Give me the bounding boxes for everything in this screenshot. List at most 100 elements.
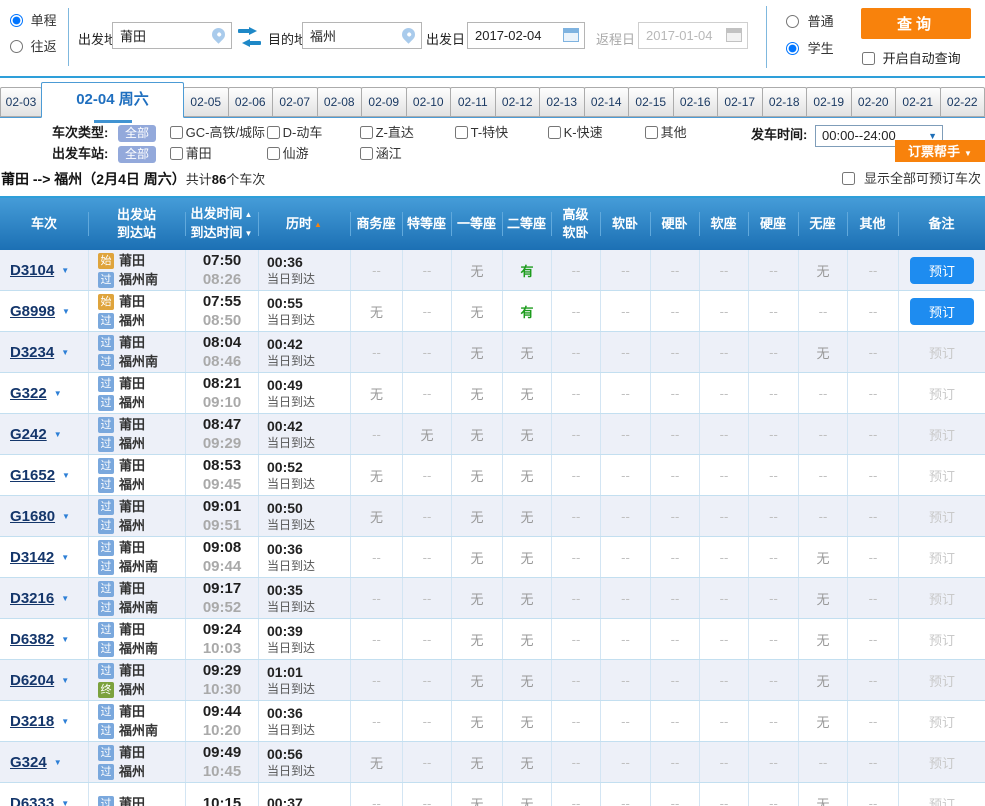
show-all-bookable-toggle[interactable]: 显示全部可预订车次 xyxy=(842,162,981,196)
date-tab-02-04[interactable]: 02-04 周六 xyxy=(41,82,184,123)
expand-train-icon[interactable]: ▼ xyxy=(61,553,69,562)
checkbox-其他[interactable] xyxy=(644,126,658,139)
expand-train-icon[interactable]: ▼ xyxy=(62,307,70,316)
date-tab-02-13[interactable]: 02-13 xyxy=(539,87,585,117)
filter-option-GC-高铁/城际[interactable]: GC-高铁/城际 xyxy=(169,122,267,143)
train-link[interactable]: G242 xyxy=(10,426,47,443)
expand-train-icon[interactable]: ▼ xyxy=(61,676,69,685)
depart-time: 08:53 xyxy=(202,457,242,474)
checkbox-Z-直达[interactable] xyxy=(359,126,373,139)
date-tab-02-11[interactable]: 02-11 xyxy=(450,87,496,117)
col-header-2[interactable]: 出发时间 ▲ 到达时间 ▼ xyxy=(185,198,258,250)
one-way-radio[interactable] xyxy=(10,14,23,27)
col-header-3[interactable]: 历时 ▲ xyxy=(258,198,350,250)
filter-option-涵江[interactable]: 涵江 xyxy=(359,143,455,164)
sort-up-orange-icon[interactable]: ▲ xyxy=(314,220,322,229)
date-tab-02-21[interactable]: 02-21 xyxy=(895,87,941,117)
radio-student[interactable]: 学生 xyxy=(786,35,834,62)
train-link[interactable]: D3104 xyxy=(10,262,54,279)
booking-helper-button[interactable]: 订票帮手 ▼ xyxy=(895,140,985,162)
date-tab-02-20[interactable]: 02-20 xyxy=(850,87,896,117)
train-link[interactable]: D3218 xyxy=(10,713,54,730)
expand-train-icon[interactable]: ▼ xyxy=(61,348,69,357)
date-tab-02-12[interactable]: 02-12 xyxy=(494,87,540,117)
expand-train-icon[interactable]: ▼ xyxy=(61,635,69,644)
date-tab-02-18[interactable]: 02-18 xyxy=(761,87,807,117)
train-link[interactable]: D3234 xyxy=(10,344,54,361)
date-tab-02-05[interactable]: 02-05 xyxy=(183,87,229,117)
expand-train-icon[interactable]: ▼ xyxy=(54,758,62,767)
expand-train-icon[interactable]: ▼ xyxy=(61,266,69,275)
train-link[interactable]: D6204 xyxy=(10,672,54,689)
train-link[interactable]: D3216 xyxy=(10,590,54,607)
filter-option-莆田[interactable]: 莆田 xyxy=(169,143,267,164)
search-button[interactable]: 查询 xyxy=(861,8,971,39)
expand-train-icon[interactable]: ▼ xyxy=(61,594,69,603)
date-tab-02-03[interactable]: 02-03 xyxy=(0,87,42,117)
date-tab-02-09[interactable]: 02-09 xyxy=(361,87,407,117)
book-button[interactable]: 预订 xyxy=(910,297,974,325)
expand-train-icon[interactable]: ▼ xyxy=(62,512,70,521)
checkbox-GC-高铁/城际[interactable] xyxy=(169,126,183,139)
expand-train-icon[interactable]: ▼ xyxy=(61,717,69,726)
train-link[interactable]: D3142 xyxy=(10,549,54,566)
station-badge-过: 过 xyxy=(98,540,114,556)
ordinary-radio[interactable] xyxy=(786,15,799,28)
cell-12: -- xyxy=(748,455,798,495)
date-tab-02-15[interactable]: 02-15 xyxy=(628,87,674,117)
train-link[interactable]: D6382 xyxy=(10,631,54,648)
swap-stations-icon[interactable] xyxy=(238,26,264,47)
train-link[interactable]: G322 xyxy=(10,385,47,402)
sort-down-white-icon[interactable]: ▼ xyxy=(245,229,253,238)
date-tab-02-08[interactable]: 02-08 xyxy=(316,87,362,117)
checkbox-仙游[interactable] xyxy=(266,147,280,160)
checkbox-莆田[interactable] xyxy=(169,147,183,160)
cell-13: 无 xyxy=(798,250,847,290)
date-tab-02-19[interactable]: 02-19 xyxy=(806,87,852,117)
train-link[interactable]: G324 xyxy=(10,754,47,771)
show-all-checkbox[interactable] xyxy=(842,172,856,185)
cell-1: 过莆田过福州南 xyxy=(88,332,185,372)
auto-query-toggle[interactable]: 开启自动查询 xyxy=(862,48,961,67)
sort-up-white-icon[interactable]: ▲ xyxy=(245,210,253,219)
filter-option-D-动车[interactable]: D-动车 xyxy=(266,122,360,143)
seat-availability: 无 xyxy=(470,304,484,320)
radio-ordinary[interactable]: 普通 xyxy=(786,8,834,35)
train-link[interactable]: D6333 xyxy=(10,795,54,806)
date-tab-02-06[interactable]: 02-06 xyxy=(227,87,273,117)
book-button[interactable]: 预订 xyxy=(910,256,974,284)
radio-round-trip[interactable]: 往返 xyxy=(10,34,57,60)
train-link[interactable]: G1680 xyxy=(10,508,55,525)
cell-15: 预订 xyxy=(898,496,985,536)
date-tab-02-22[interactable]: 02-22 xyxy=(939,87,985,117)
date-tab-02-17[interactable]: 02-17 xyxy=(717,87,763,117)
student-radio[interactable] xyxy=(786,42,799,55)
expand-train-icon[interactable]: ▼ xyxy=(61,799,69,806)
seat-availability: -- xyxy=(769,549,778,565)
train-link[interactable]: G1652 xyxy=(10,467,55,484)
expand-train-icon[interactable]: ▼ xyxy=(54,430,62,439)
checkbox-T-特快[interactable] xyxy=(454,126,468,139)
date-tab-02-10[interactable]: 02-10 xyxy=(405,87,451,117)
filter-option-T-特快[interactable]: T-特快 xyxy=(454,122,548,143)
filter-option-K-快速[interactable]: K-快速 xyxy=(547,122,645,143)
auto-query-checkbox[interactable] xyxy=(862,52,875,65)
train-link[interactable]: G8998 xyxy=(10,303,55,320)
calendar-icon[interactable] xyxy=(563,28,579,42)
radio-one-way[interactable]: 单程 xyxy=(10,8,57,34)
expand-train-icon[interactable]: ▼ xyxy=(54,389,62,398)
expand-train-icon[interactable]: ▼ xyxy=(62,471,70,480)
filter-option-仙游[interactable]: 仙游 xyxy=(266,143,360,164)
date-tab-02-14[interactable]: 02-14 xyxy=(583,87,629,117)
checkbox-D-动车[interactable] xyxy=(266,126,280,139)
station-all-badge[interactable]: 全部 xyxy=(117,146,156,163)
cell-10: -- xyxy=(650,660,699,700)
filter-option-Z-直达[interactable]: Z-直达 xyxy=(359,122,455,143)
checkbox-K-快速[interactable] xyxy=(547,126,561,139)
train-type-all-badge[interactable]: 全部 xyxy=(117,125,156,142)
filter-option-其他[interactable]: 其他 xyxy=(644,122,715,143)
round-trip-radio[interactable] xyxy=(10,40,23,53)
date-tab-02-07[interactable]: 02-07 xyxy=(272,87,318,117)
date-tab-02-16[interactable]: 02-16 xyxy=(672,87,718,117)
checkbox-涵江[interactable] xyxy=(359,147,373,160)
